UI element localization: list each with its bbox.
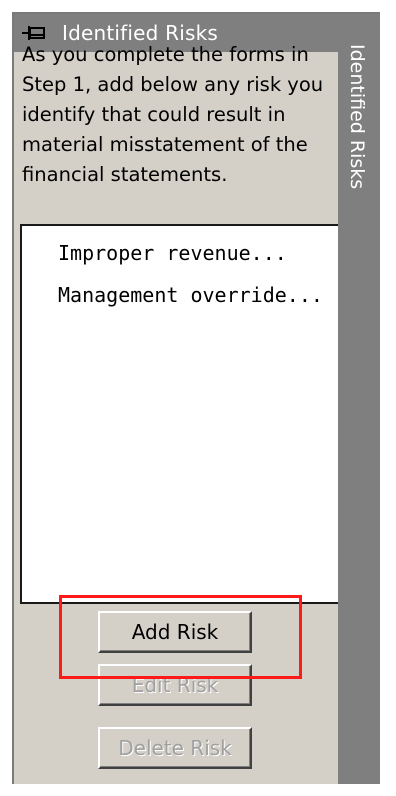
side-tab-label: Identified Risks [346, 44, 368, 190]
identified-risks-window: Identified Risks As you complete the for… [12, 12, 380, 784]
instructions-text: As you complete the forms in Step 1, add… [22, 40, 334, 200]
identified-risks-panel: Identified Risks As you complete the for… [14, 14, 340, 784]
list-item[interactable]: Improper revenue... [22, 232, 338, 274]
side-tab-identified-risks[interactable]: Identified Risks [338, 14, 380, 784]
edit-risk-button[interactable]: Edit Risk [98, 664, 252, 706]
list-item[interactable]: Management override... [22, 274, 338, 316]
instructions-body: As you complete the forms in Step 1, add… [22, 43, 324, 186]
risk-list[interactable]: Improper revenue... Management override.… [20, 224, 340, 604]
delete-risk-button[interactable]: Delete Risk [98, 727, 252, 769]
add-risk-button[interactable]: Add Risk [98, 611, 252, 653]
